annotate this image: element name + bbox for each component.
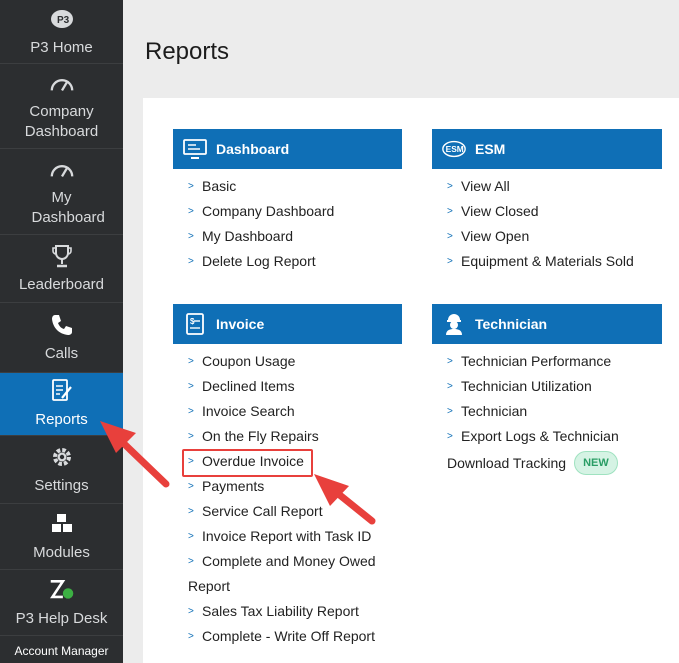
chevron-right-icon: >: [188, 206, 194, 217]
report-link[interactable]: > Complete - Write Off Report: [188, 624, 376, 649]
chevron-right-icon: >: [188, 356, 194, 367]
gauge-icon: [49, 70, 75, 96]
chevron-right-icon: >: [188, 506, 194, 517]
gear-icon: [49, 444, 75, 470]
chevron-right-icon: >: [188, 256, 194, 267]
chevron-right-icon: >: [188, 531, 194, 542]
sidebar-item-leaderboard[interactable]: Leaderboard: [0, 235, 123, 303]
sidebar-item-my-dashboard[interactable]: My Dashboard: [0, 149, 123, 235]
sidebar-item-company-dashboard[interactable]: Company Dashboard: [0, 64, 123, 149]
sidebar-item-label: Calls: [44, 344, 79, 362]
sidebar-item-label: P3 Home: [30, 38, 93, 56]
report-link[interactable]: > Declined Items: [188, 374, 376, 399]
sidebar-item-label: Reports: [35, 411, 88, 428]
report-link[interactable]: > View Open: [447, 224, 634, 249]
report-link[interactable]: > Complete and Money Owed: [188, 549, 376, 574]
chevron-right-icon: >: [447, 256, 453, 267]
chevron-right-icon: >: [447, 381, 453, 392]
sidebar-item-reports[interactable]: Reports: [0, 373, 123, 436]
account-manager-label: Account Manager: [14, 644, 109, 658]
sidebar-item-p3-home[interactable]: P3 P3 Home: [0, 0, 123, 64]
sidebar: P3 P3 Home Company Dashboard My Dashboar…: [0, 0, 123, 663]
gauge-icon: [49, 156, 75, 182]
sidebar-item-label: Company Dashboard: [24, 103, 99, 140]
trophy-icon: [49, 243, 75, 269]
sidebar-item-label: Leaderboard: [18, 275, 105, 293]
section-header-technician: Technician: [432, 304, 662, 344]
new-badge: NEW: [574, 451, 618, 475]
report-link[interactable]: > Technician Utilization: [447, 374, 619, 399]
report-link[interactable]: > On the Fly Repairs: [188, 424, 376, 449]
report-link[interactable]: > Coupon Usage: [188, 349, 376, 374]
technician-icon: [441, 313, 467, 335]
invoice-links: > Coupon Usage > Declined Items > Invoice S…: [188, 349, 376, 649]
chevron-right-icon: >: [188, 231, 194, 242]
section-header-invoice: $ Invoice: [173, 304, 402, 344]
sidebar-item-label: My Dashboard: [31, 188, 105, 226]
cubes-icon: [49, 511, 75, 537]
chevron-right-icon: >: [447, 206, 453, 217]
esm-icon: ESM: [441, 138, 467, 160]
report-link[interactable]: > Invoice Search: [188, 399, 376, 424]
chevron-right-icon: >: [188, 631, 194, 642]
chevron-right-icon: >: [188, 406, 194, 417]
report-link[interactable]: > Export Logs & Technician: [447, 424, 619, 449]
dashboard-links: > Basic > Company Dashboard > My Dashboard …: [188, 174, 334, 274]
sidebar-item-settings[interactable]: Settings: [0, 436, 123, 504]
chevron-right-icon: >: [447, 431, 453, 442]
svg-text:ESM: ESM: [446, 144, 464, 154]
report-link-continued[interactable]: Report: [188, 574, 376, 599]
technician-links: > Technician Performance > Technician Util…: [447, 349, 619, 477]
annotation-highlight-box: [182, 449, 313, 477]
chevron-right-icon: >: [188, 381, 194, 392]
sidebar-item-label: Modules: [33, 543, 90, 561]
report-link[interactable]: > Invoice Report with Task ID: [188, 524, 376, 549]
report-link[interactable]: > Sales Tax Liability Report: [188, 599, 376, 624]
sidebar-item-modules[interactable]: Modules: [0, 504, 123, 570]
section-title: Dashboard: [216, 141, 290, 157]
chevron-right-icon: >: [447, 231, 453, 242]
chevron-right-icon: >: [188, 431, 194, 442]
report-link[interactable]: > View Closed: [447, 199, 634, 224]
phone-icon: [49, 312, 75, 338]
report-link[interactable]: > Delete Log Report: [188, 249, 334, 274]
monitor-icon: [182, 138, 208, 160]
svg-text:P3: P3: [57, 15, 70, 26]
report-link[interactable]: > Service Call Report: [188, 499, 376, 524]
report-link[interactable]: > My Dashboard: [188, 224, 334, 249]
section-title: Technician: [475, 316, 548, 332]
chevron-right-icon: >: [188, 181, 194, 192]
report-link[interactable]: > Technician: [447, 399, 619, 424]
sidebar-item-label: P3 Help Desk: [15, 609, 108, 627]
section-header-dashboard: Dashboard: [173, 129, 402, 169]
section-header-esm: ESM ESM: [432, 129, 662, 169]
p3-logo-icon: P3: [49, 6, 75, 32]
report-edit-icon: [49, 378, 75, 404]
report-link[interactable]: > View All: [447, 174, 634, 199]
page-title: Reports: [145, 38, 230, 65]
chevron-right-icon: >: [188, 606, 194, 617]
sidebar-item-help-desk[interactable]: P3 Help Desk: [0, 570, 123, 636]
sidebar-item-label: Settings: [34, 476, 89, 494]
chevron-right-icon: >: [188, 481, 194, 492]
report-link[interactable]: > Technician Performance: [447, 349, 619, 374]
report-link[interactable]: > Payments: [188, 474, 376, 499]
section-title: Invoice: [216, 316, 265, 332]
chevron-right-icon: >: [447, 356, 453, 367]
report-link-continued[interactable]: Download Tracking NEW: [447, 449, 619, 477]
report-link[interactable]: > Equipment & Materials Sold: [447, 249, 634, 274]
report-link[interactable]: > Company Dashboard: [188, 199, 334, 224]
section-title: ESM: [475, 141, 506, 157]
esm-links: > View All > View Closed > View Open > Equip…: [447, 174, 634, 274]
zendesk-icon: [49, 577, 75, 603]
chevron-right-icon: >: [188, 556, 194, 567]
chevron-right-icon: >: [447, 406, 453, 417]
sidebar-item-calls[interactable]: Calls: [0, 303, 123, 373]
report-link[interactable]: > Basic: [188, 174, 334, 199]
chevron-right-icon: >: [447, 181, 453, 192]
invoice-icon: $: [182, 313, 208, 335]
